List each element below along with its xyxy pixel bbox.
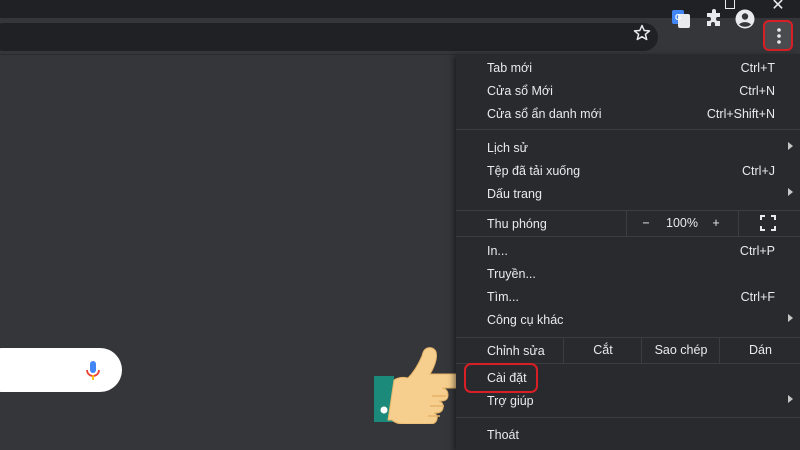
puzzle-icon[interactable]	[704, 8, 726, 30]
menu-item-label: Tìm...	[487, 290, 519, 304]
menu-item-more-tools[interactable]: Công cụ khác	[456, 309, 800, 332]
menu-item-bookmarks[interactable]: Dấu trang	[456, 183, 800, 206]
menu-item-new-tab[interactable]: Tab mới Ctrl+T	[456, 57, 800, 80]
submenu-arrow-icon	[788, 395, 793, 403]
submenu-arrow-icon	[788, 188, 793, 196]
paste-button[interactable]: Dán	[719, 338, 800, 363]
menu-item-shortcut: Ctrl+P	[739, 244, 775, 258]
menu-item-label: In...	[487, 244, 508, 258]
menu-item-label: Cửa sổ ẩn danh mới	[487, 107, 602, 121]
edit-label: Chỉnh sửa	[487, 344, 545, 358]
menu-item-history[interactable]: Lịch sử	[456, 137, 800, 160]
menu-item-cast[interactable]: Truyền...	[456, 263, 800, 286]
menu-item-label: Tab mới	[487, 61, 533, 75]
menu-separator	[456, 236, 800, 237]
svg-text:G: G	[675, 13, 681, 22]
menu-item-print[interactable]: In... Ctrl+P	[456, 240, 800, 263]
menu-item-shortcut: Ctrl+T	[740, 61, 775, 75]
menu-item-label: Cửa sổ Mới	[487, 84, 553, 98]
menu-item-shortcut: Ctrl+N	[739, 84, 775, 98]
menu-item-new-window[interactable]: Cửa sổ Mới Ctrl+N	[456, 80, 800, 103]
google-translate-icon[interactable]: G	[670, 8, 692, 30]
cut-button[interactable]: Cắt	[563, 338, 642, 363]
menu-item-label: Lịch sử	[487, 141, 529, 155]
vertical-dots-icon	[777, 28, 781, 44]
settings-highlight-box	[464, 363, 538, 393]
menu-separator	[456, 417, 800, 418]
submenu-arrow-icon	[788, 142, 793, 150]
menu-item-label: Trợ giúp	[487, 394, 534, 408]
menu-item-help[interactable]: Trợ giúp	[456, 390, 800, 413]
menu-item-shortcut: Ctrl+Shift+N	[706, 107, 775, 121]
zoom-out-button[interactable]: −	[640, 216, 652, 230]
microphone-icon[interactable]	[84, 360, 102, 382]
menu-item-incognito[interactable]: Cửa sổ ẩn danh mới Ctrl+Shift+N	[456, 103, 800, 126]
edit-row: Chỉnh sửa Cắt Sao chép Dán	[456, 338, 800, 363]
menu-item-exit[interactable]: Thoát	[456, 424, 800, 447]
zoom-row: Thu phóng − 100% +	[456, 211, 800, 236]
copy-button[interactable]: Sao chép	[641, 338, 720, 363]
menu-item-label: Công cụ khác	[487, 313, 564, 327]
menu-separator	[456, 129, 800, 130]
address-bar[interactable]	[0, 23, 658, 51]
menu-item-shortcut: Ctrl+F	[740, 290, 775, 304]
search-box[interactable]	[0, 348, 122, 392]
chrome-menu-button[interactable]	[763, 20, 793, 51]
menu-item-label: Truyền...	[487, 267, 536, 281]
menu-item-label: Dấu trang	[487, 187, 542, 201]
zoom-in-button[interactable]: +	[710, 216, 722, 230]
fullscreen-icon[interactable]	[760, 215, 776, 231]
menu-item-label: Tệp đã tải xuống	[487, 164, 581, 178]
zoom-label: Thu phóng	[487, 217, 547, 231]
menu-item-find[interactable]: Tìm... Ctrl+F	[456, 286, 800, 309]
account-circle-icon[interactable]	[734, 8, 756, 30]
close-window-button[interactable]: ✕	[766, 0, 790, 16]
zoom-level: 100%	[666, 216, 698, 230]
menu-item-downloads[interactable]: Tệp đã tải xuống Ctrl+J	[456, 160, 800, 183]
menu-item-label: Thoát	[487, 428, 519, 442]
star-icon[interactable]	[632, 23, 652, 43]
menu-item-shortcut: Ctrl+J	[742, 164, 775, 178]
submenu-arrow-icon	[788, 314, 793, 322]
